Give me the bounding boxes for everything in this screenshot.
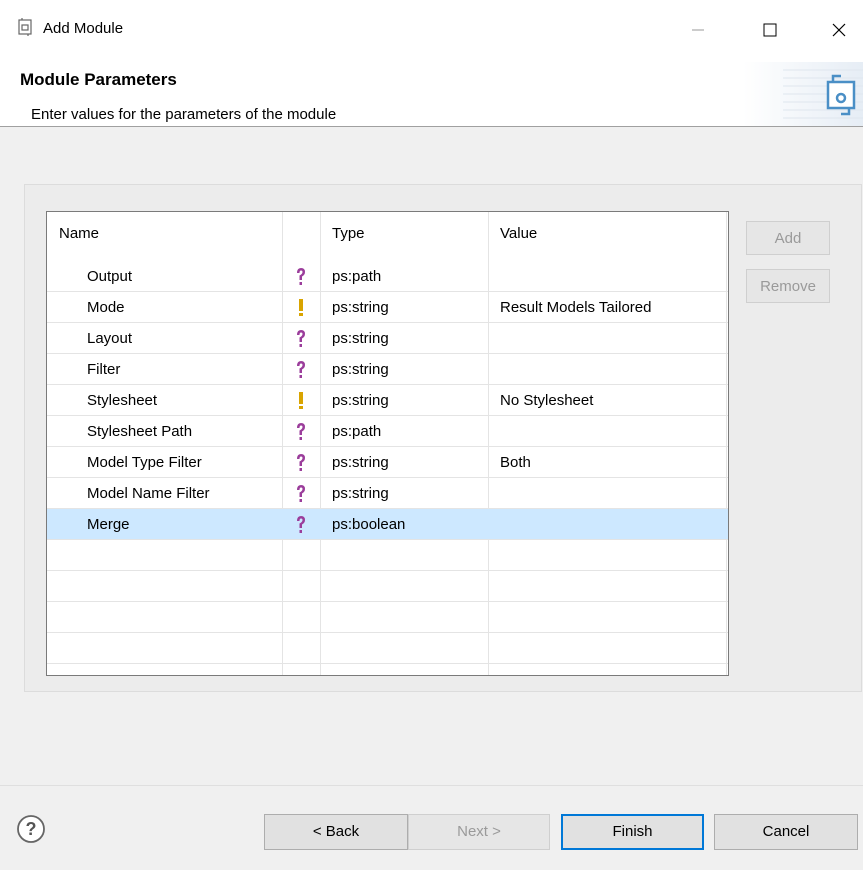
table-row[interactable]: Mode ps:string Result Models Tailored [47,292,728,323]
question-icon [283,354,319,385]
parameter-type: ps:path [332,268,382,285]
parameter-value[interactable] [500,416,726,447]
maximize-icon [763,23,777,37]
back-button[interactable]: < Back [264,814,408,850]
footer-separator [0,785,863,786]
parameter-type: ps:string [332,299,389,316]
column-header-name[interactable]: Name [59,225,99,242]
add-button[interactable]: Add [746,221,830,255]
minimize-icon [692,29,704,31]
empty-table-row [47,602,728,633]
question-icon [283,416,319,447]
column-header-type[interactable]: Type [332,225,365,242]
parameter-type: ps:string [332,330,389,347]
maximize-button[interactable] [748,14,792,46]
question-icon [283,261,319,292]
minimize-button[interactable] [676,14,720,46]
parameter-name: Merge [87,516,130,533]
table-row[interactable]: Filter ps:string [47,354,728,385]
question-icon [283,478,319,509]
parameter-value[interactable]: Result Models Tailored [500,292,726,323]
parameter-name: Stylesheet [87,392,158,409]
parameter-value[interactable] [500,478,726,509]
table-row[interactable]: Stylesheet ps:string No Stylesheet [47,385,728,416]
module-icon [18,18,32,36]
window-title: Add Module [43,20,124,37]
parameter-name: Filter [87,361,121,378]
parameter-value[interactable] [500,261,726,292]
column-header-value[interactable]: Value [500,225,537,242]
table-row[interactable]: Merge ps:boolean [47,509,728,540]
remove-button[interactable]: Remove [746,269,830,303]
parameter-value[interactable] [500,354,726,385]
svg-text:?: ? [26,819,37,839]
close-icon [832,23,846,37]
empty-table-row [47,571,728,602]
empty-table-row [47,540,728,571]
finish-button[interactable]: Finish [561,814,704,850]
parameter-value[interactable]: Both [500,447,726,478]
parameter-name: Mode [87,299,125,316]
next-button[interactable]: Next > [408,814,550,850]
parameter-type: ps:string [332,485,389,502]
close-button[interactable] [817,14,861,46]
window-titlebar: Add Module [0,0,863,62]
parameter-name: Output [87,268,133,285]
table-row[interactable]: Model Name Filter ps:string [47,478,728,509]
help-icon[interactable]: ? [16,814,46,844]
empty-table-row [47,633,728,664]
module-banner-icon [743,62,863,126]
parameter-value[interactable] [500,323,726,354]
question-icon [283,323,319,354]
page-title: Module Parameters [20,70,177,89]
parameter-type: ps:string [332,454,389,471]
parameter-type: ps:string [332,392,389,409]
exclamation-icon [283,292,319,323]
table-row[interactable]: Layout ps:string [47,323,728,354]
parameters-table[interactable]: Name Type Value Output ps:path Mode ps:stri… [46,211,729,676]
page-description: Enter values for the parameters of the m… [31,106,337,123]
parameter-type: ps:string [332,361,389,378]
parameter-value[interactable]: No Stylesheet [500,385,726,416]
question-icon [283,509,319,540]
parameter-name: Layout [87,330,133,347]
question-icon [283,447,319,478]
parameter-type: ps:boolean [332,516,406,533]
parameter-name: Model Name Filter [87,485,210,502]
parameter-name: Model Type Filter [87,454,202,471]
cancel-button[interactable]: Cancel [714,814,858,850]
table-header: Name Type Value [47,212,728,256]
parameter-name: Stylesheet Path [87,423,193,440]
parameter-type: ps:path [332,423,382,440]
wizard-header: Module Parameters Enter values for the p… [0,62,863,127]
table-row[interactable]: Stylesheet Path ps:path [47,416,728,447]
parameter-value[interactable] [500,509,726,540]
table-row[interactable]: Output ps:path [47,261,728,292]
table-row[interactable]: Model Type Filter ps:string Both [47,447,728,478]
exclamation-icon [283,385,319,416]
